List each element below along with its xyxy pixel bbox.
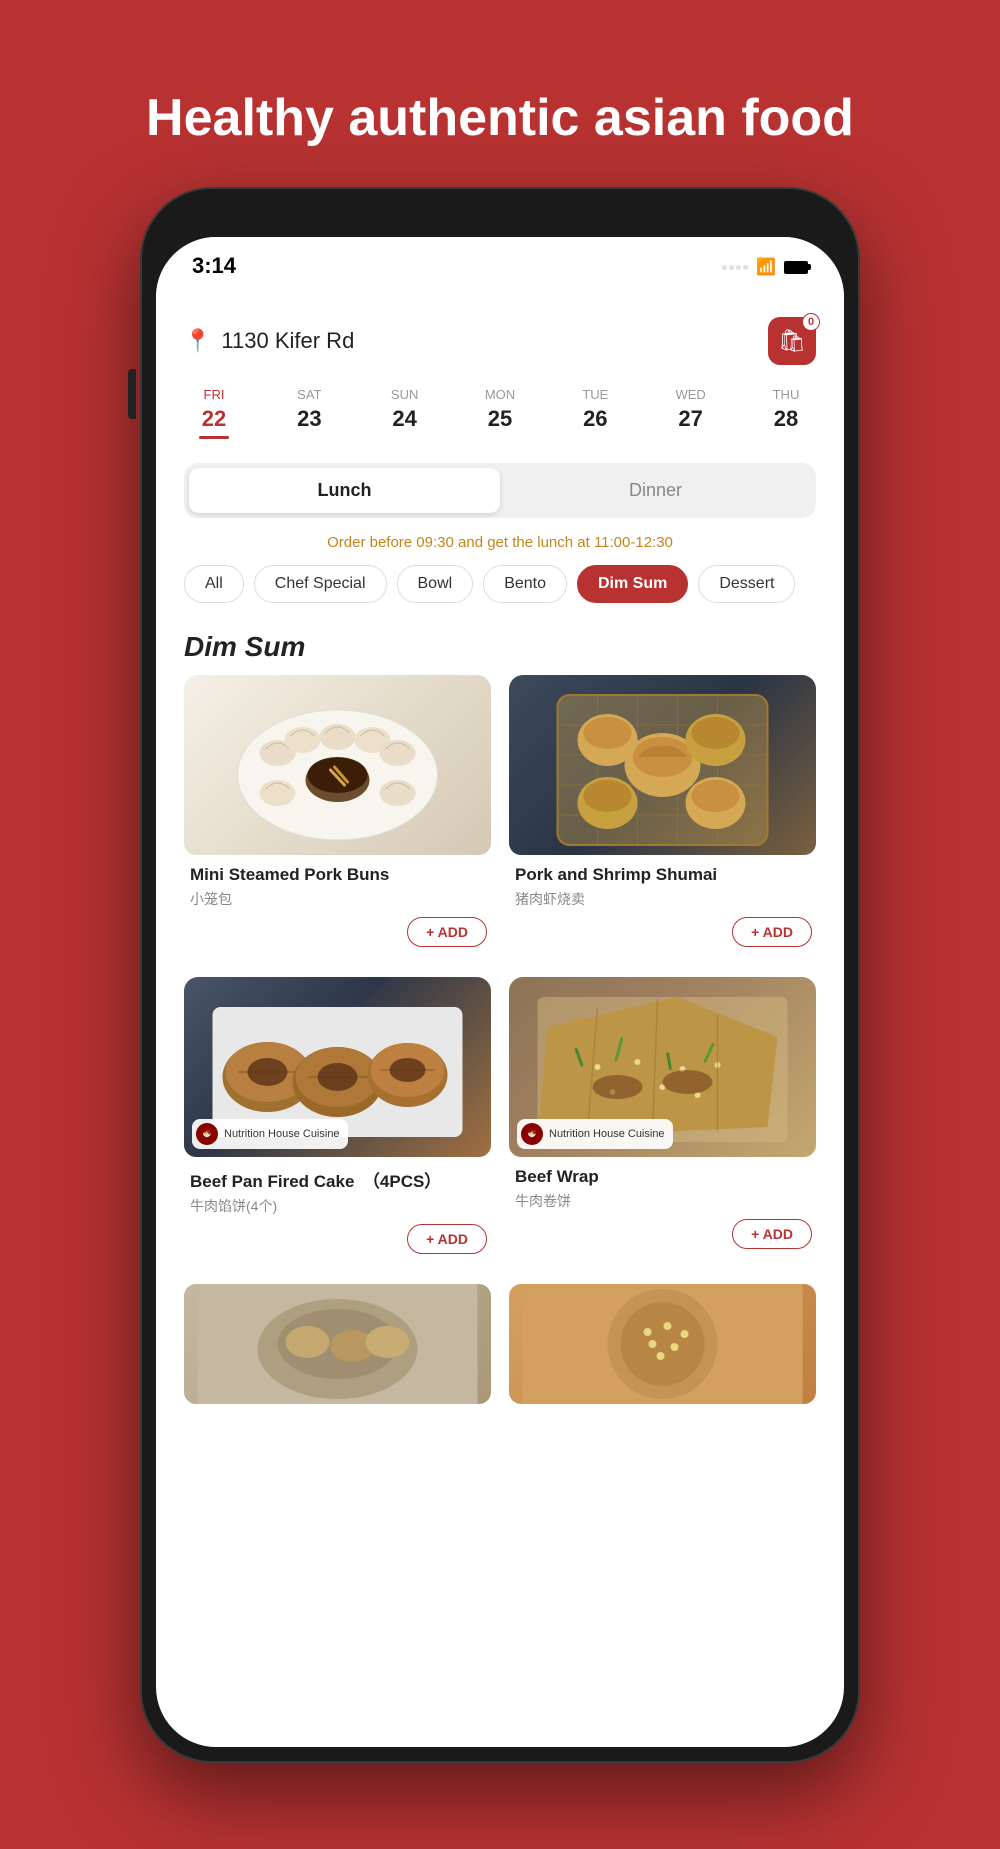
add-button-0[interactable]: + ADD [407, 917, 487, 947]
date-selector: FRI 22 SAT 23 SUN 24 MON 25 [184, 379, 816, 455]
food-card-1: Pork and Shrimp Shumai 猪肉虾烧卖 + ADD [509, 675, 816, 959]
date-day-label: SAT [297, 387, 321, 402]
order-notice: Order before 09:30 and get the lunch at … [184, 530, 816, 565]
food-card-bottom-1: Pork and Shrimp Shumai 猪肉虾烧卖 + ADD [509, 855, 816, 959]
cart-badge: 0 [802, 313, 820, 331]
address-text[interactable]: 1130 Kifer Rd [221, 328, 354, 354]
food-grid: Mini Steamed Pork Buns 小笼包 + ADD [184, 675, 816, 1284]
food-name-cn-0: 小笼包 [188, 889, 487, 909]
bottom-peek-row [184, 1284, 816, 1414]
category-bento[interactable]: Bento [483, 565, 567, 603]
date-day-label: FRI [204, 387, 225, 402]
date-number: 25 [488, 406, 512, 432]
category-all[interactable]: All [184, 565, 244, 603]
food-image-0 [184, 675, 491, 855]
date-item-fri[interactable]: FRI 22 [184, 387, 244, 439]
phone-shell: 3:14 📶 📍 [140, 187, 860, 1763]
status-bar: 3:14 📶 [156, 237, 844, 297]
cart-icon: 🛍 [778, 328, 806, 354]
food-card-2: 🍜 Nutrition House Cuisine Beef Pan Fired… [184, 977, 491, 1266]
date-day-label: WED [675, 387, 705, 402]
date-number: 26 [583, 406, 607, 432]
restaurant-badge-3: 🍜 Nutrition House Cuisine [517, 1119, 673, 1149]
restaurant-badge-2: 🍜 Nutrition House Cuisine [192, 1119, 348, 1149]
location-icon: 📍 [184, 328, 211, 354]
category-dim-sum[interactable]: Dim Sum [577, 565, 688, 603]
category-chef-special[interactable]: Chef Special [254, 565, 387, 603]
food-name-1: Pork and Shrimp Shumai [513, 865, 812, 885]
address-bar: 📍 1130 Kifer Rd 🛍 0 [184, 297, 816, 379]
date-number: 27 [678, 406, 702, 432]
date-underline [199, 436, 229, 439]
date-number: 23 [297, 406, 321, 432]
food-name-cn-3: 牛肉卷饼 [513, 1191, 812, 1211]
add-button-1[interactable]: + ADD [732, 917, 812, 947]
add-button-2[interactable]: + ADD [407, 1224, 487, 1254]
date-day-label: THU [773, 387, 800, 402]
food-card-bottom-3: Beef Wrap 牛肉卷饼 + ADD [509, 1157, 816, 1261]
section-title: Dim Sum [184, 615, 816, 675]
food-name-cn-2: 牛肉馅饼(4个) [188, 1196, 487, 1216]
food-name-2: Beef Pan Fired Cake （4PCS） [188, 1167, 487, 1192]
peek-image-right [509, 1284, 816, 1404]
phone-notch [156, 203, 844, 237]
restaurant-name-3: Nutrition House Cuisine [549, 1128, 665, 1140]
date-number: 28 [774, 406, 798, 432]
battery-icon [784, 261, 808, 274]
peek-image-left [184, 1284, 491, 1404]
app-content: 📍 1130 Kifer Rd 🛍 0 FRI 22 [156, 297, 844, 1414]
food-card-3: 🍜 Nutrition House Cuisine Beef Wrap 牛肉卷饼… [509, 977, 816, 1266]
status-time: 3:14 [192, 253, 236, 279]
food-image-3: 🍜 Nutrition House Cuisine [509, 977, 816, 1157]
food-card-bottom-2: Beef Pan Fired Cake （4PCS） 牛肉馅饼(4个) + AD… [184, 1157, 491, 1266]
food-image-2: 🍜 Nutrition House Cuisine [184, 977, 491, 1157]
food-name-0: Mini Steamed Pork Buns [188, 865, 487, 885]
date-item-mon[interactable]: MON 25 [470, 387, 530, 439]
date-day-label: TUE [582, 387, 608, 402]
category-dessert[interactable]: Dessert [698, 565, 795, 603]
phone-screen: 3:14 📶 📍 [156, 237, 844, 1747]
date-item-wed[interactable]: WED 27 [661, 387, 721, 439]
page-headline: Healthy authentic asian food [86, 90, 914, 187]
restaurant-logo-3: 🍜 [521, 1123, 543, 1145]
date-item-sat[interactable]: SAT 23 [279, 387, 339, 439]
food-card-bottom-0: Mini Steamed Pork Buns 小笼包 + ADD [184, 855, 491, 959]
date-day-label: MON [485, 387, 515, 402]
date-item-sun[interactable]: SUN 24 [375, 387, 435, 439]
meal-btn-lunch[interactable]: Lunch [189, 468, 500, 513]
date-item-thu[interactable]: THU 28 [756, 387, 816, 439]
meal-toggle: Lunch Dinner [184, 463, 816, 518]
date-item-tue[interactable]: TUE 26 [565, 387, 625, 439]
cart-button[interactable]: 🛍 0 [768, 317, 816, 365]
food-name-cn-1: 猪肉虾烧卖 [513, 889, 812, 909]
date-day-label: SUN [391, 387, 418, 402]
address-left: 📍 1130 Kifer Rd [184, 328, 354, 354]
food-image-1 [509, 675, 816, 855]
category-pills: All Chef Special Bowl Bento Dim Sum Dess… [184, 565, 816, 611]
status-icons: 📶 [722, 257, 808, 277]
category-bowl[interactable]: Bowl [397, 565, 474, 603]
food-card-0: Mini Steamed Pork Buns 小笼包 + ADD [184, 675, 491, 959]
wifi-icon: 📶 [756, 257, 776, 277]
meal-btn-dinner[interactable]: Dinner [500, 468, 811, 513]
add-button-3[interactable]: + ADD [732, 1219, 812, 1249]
signal-icon [722, 265, 748, 270]
food-name-3: Beef Wrap [513, 1167, 812, 1187]
date-number: 22 [202, 406, 226, 432]
restaurant-logo-2: 🍜 [196, 1123, 218, 1145]
restaurant-name-2: Nutrition House Cuisine [224, 1128, 340, 1140]
date-number: 24 [392, 406, 416, 432]
